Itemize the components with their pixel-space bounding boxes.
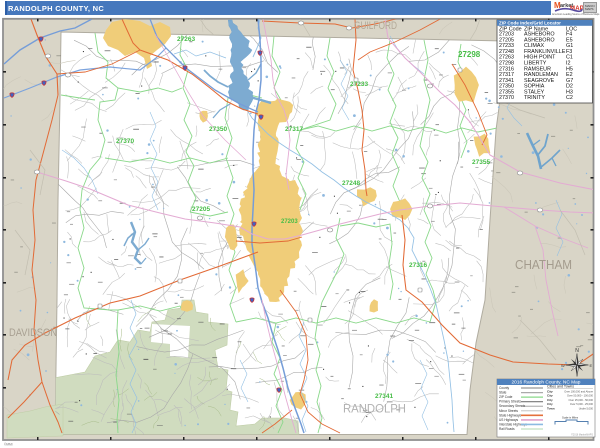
svg-text:27317: 27317 xyxy=(285,126,303,133)
svg-text:Over 100,000 and Above: Over 100,000 and Above xyxy=(564,390,593,394)
svg-text:Under 5,000: Under 5,000 xyxy=(579,406,594,410)
svg-text:27350: 27350 xyxy=(209,126,227,133)
svg-text:Minor Streets: Minor Streets xyxy=(499,409,518,413)
svg-text:RANDOLPH: RANDOLPH xyxy=(343,404,406,416)
svg-text:27370: 27370 xyxy=(499,95,514,101)
svg-text:ZIP Code Index/Grid Locator: ZIP Code Index/Grid Locator xyxy=(499,21,561,26)
svg-text:27298: 27298 xyxy=(458,50,481,59)
svg-text:27316: 27316 xyxy=(409,262,427,269)
svg-text:DAVIDSON: DAVIDSON xyxy=(9,327,57,339)
svg-text:W: W xyxy=(561,363,565,368)
svg-text:Cities and Towns: Cities and Towns xyxy=(547,385,574,389)
svg-text:C2: C2 xyxy=(566,95,573,101)
svg-text:Rail Roads: Rail Roads xyxy=(499,427,515,431)
svg-text:N: N xyxy=(575,348,579,354)
svg-text:Over 25,000 - 50,000: Over 25,000 - 50,000 xyxy=(568,398,593,402)
svg-text:E: E xyxy=(590,363,593,368)
svg-text:27341: 27341 xyxy=(375,393,393,400)
svg-text:Over 50,000 - 100,000: Over 50,000 - 100,000 xyxy=(567,394,594,398)
svg-text:©2016 MarketMAPS: ©2016 MarketMAPS xyxy=(571,434,593,437)
svg-text:ZIP Code: ZIP Code xyxy=(499,395,513,399)
svg-text:Town: Town xyxy=(547,406,555,410)
svg-text:Primary Streets: Primary Streets xyxy=(499,400,521,404)
svg-text:Over 5,000 - 25,000: Over 5,000 - 25,000 xyxy=(570,402,594,406)
svg-text:27263: 27263 xyxy=(177,36,195,43)
svg-text:27203: 27203 xyxy=(281,219,298,225)
svg-text:State: State xyxy=(499,391,507,395)
svg-text:27248: 27248 xyxy=(342,180,360,187)
svg-text:27370: 27370 xyxy=(116,138,134,145)
svg-text:US Highways: US Highways xyxy=(499,418,519,422)
svg-text:©MMI: ©MMI xyxy=(4,443,13,447)
svg-text:27205: 27205 xyxy=(192,206,210,213)
svg-text:TRINITY: TRINITY xyxy=(524,95,545,101)
svg-text:27355: 27355 xyxy=(472,159,490,166)
svg-text:County: County xyxy=(499,386,510,390)
svg-text:GUILFORD: GUILFORD xyxy=(354,20,397,32)
svg-text:CHATHAM: CHATHAM xyxy=(515,257,572,272)
svg-text:State Highways: State Highways xyxy=(499,413,522,417)
svg-text:27233: 27233 xyxy=(350,81,368,88)
svg-text:Scale in Miles: Scale in Miles xyxy=(562,416,579,420)
